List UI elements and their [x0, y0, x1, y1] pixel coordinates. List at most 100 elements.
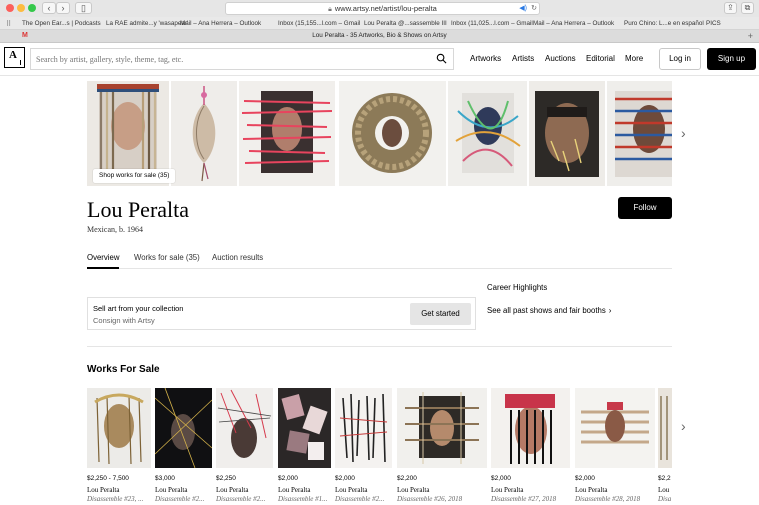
artwork-price: $2,000 [335, 475, 355, 482]
consign-card: Sell art from your collection Consign wi… [87, 297, 476, 330]
bookmark-item[interactable]: Mail – Ana Herrera – Outlook [533, 20, 614, 27]
speaker-icon[interactable]: ◀) [519, 3, 527, 14]
nav-more[interactable]: More [625, 54, 643, 63]
shop-works-button[interactable]: Shop works for sale (35) [93, 169, 176, 183]
bookmark-item[interactable]: La RAE admite...y 'wasapear' [106, 20, 188, 27]
carousel-artwork[interactable] [339, 81, 446, 186]
artist-nationality: Mexican, b. 1964 [87, 225, 143, 234]
bookmark-item[interactable]: Inbox (11,025...l.com – Gmail [451, 20, 533, 27]
artwork-artist[interactable]: Lou [658, 486, 669, 494]
consign-title: Sell art from your collection [93, 304, 184, 313]
artwork-thumbnail[interactable] [397, 388, 487, 468]
artwork-price: $3,000 [155, 475, 175, 482]
bookmark-item[interactable]: Puro Chino: L...e en español [624, 20, 704, 27]
search-icon[interactable] [436, 53, 447, 64]
artwork-thumbnail[interactable] [278, 388, 331, 468]
artist-name: Lou Peralta [87, 197, 190, 222]
artwork-price: $2,000 [491, 475, 511, 482]
artwork-price: $2,000 [575, 475, 595, 482]
bookmark-item[interactable]: Inbox (15,155...l.com – Gmail [278, 20, 360, 27]
artwork-artist[interactable]: Lou Peralta [491, 486, 523, 494]
artwork-title[interactable]: Disassemble #26, 2018 [397, 495, 462, 503]
reload-icon[interactable]: ↻ [531, 3, 537, 14]
tab-overview[interactable]: Overview [87, 253, 120, 262]
artwork-title[interactable]: Disassemble #23, ... [87, 495, 143, 503]
artwork-price: $2,250 [216, 475, 236, 482]
artwork-artist[interactable]: Lou Peralta [335, 486, 367, 494]
artwork-price: $2,200 [397, 475, 417, 482]
artwork-price: $2,000 [278, 475, 298, 482]
new-tab-icon[interactable]: + [748, 31, 753, 41]
carousel-artwork[interactable] [239, 81, 335, 186]
lock-icon: 🔒︎ [328, 6, 332, 13]
past-shows-link[interactable]: See all past shows and fair booths › [487, 306, 611, 315]
window-close-button[interactable] [6, 4, 14, 12]
artwork-artist[interactable]: Lou Peralta [278, 486, 310, 494]
bookmark-item[interactable]: PICS [706, 20, 721, 27]
bookmark-item[interactable]: Mail – Ana Herrera – Outlook [180, 20, 261, 27]
past-shows-link-label: See all past shows and fair booths [487, 306, 606, 315]
artwork-thumbnail[interactable] [658, 388, 672, 468]
tabs-overview-icon[interactable]: ⧉ [741, 2, 754, 14]
artwork-title[interactable]: Disa [658, 495, 671, 503]
tab-bar: M Lou Peralta - 35 Artworks, Bio & Shows… [0, 30, 759, 43]
artwork-title[interactable]: Disassemble #2... [155, 495, 204, 503]
nav-artists[interactable]: Artists [512, 54, 534, 63]
artwork-thumbnail[interactable] [216, 388, 273, 468]
tab-divider [87, 268, 672, 269]
artwork-title[interactable]: Disassemble #27, 2018 [491, 495, 556, 503]
artwork-artist[interactable]: Lou Peralta [575, 486, 607, 494]
artwork-thumbnail[interactable] [335, 388, 392, 468]
artwork-thumbnail[interactable] [155, 388, 212, 468]
artsy-logo[interactable]: A [4, 47, 25, 68]
artwork-title[interactable]: Disassemble #28, 2018 [575, 495, 640, 503]
artwork-artist[interactable]: Lou Peralta [216, 486, 248, 494]
search-box [30, 48, 454, 70]
artwork-price: $2,2 [658, 475, 671, 482]
artwork-artist[interactable]: Lou Peralta [155, 486, 187, 494]
artwork-artist[interactable]: Lou Peralta [87, 486, 119, 494]
search-input[interactable] [31, 49, 453, 70]
sidebar-toggle-button[interactable]: ▯ [75, 2, 92, 14]
share-icon[interactable]: ⇪ [724, 2, 737, 14]
bookmark-item[interactable]: Lou Peralta @...sassemble III [364, 20, 447, 27]
carousel-artwork[interactable] [607, 81, 672, 186]
nav-auctions[interactable]: Auctions [545, 54, 576, 63]
follow-button[interactable]: Follow [618, 197, 672, 219]
back-button[interactable]: ‹ [42, 2, 56, 14]
get-started-button[interactable]: Get started [410, 303, 471, 325]
active-tab-title[interactable]: Lou Peralta - 35 Artworks, Bio & Shows o… [0, 32, 759, 39]
active-tab-indicator [87, 267, 119, 269]
logo-letter: A [9, 49, 17, 61]
carousel-artwork[interactable] [448, 81, 527, 186]
artwork-title[interactable]: Disassemble #2... [216, 495, 265, 503]
artwork-title[interactable]: Disassemble #1... [278, 495, 327, 503]
carousel-artwork[interactable] [529, 81, 605, 186]
career-highlights-heading: Career Highlights [487, 283, 548, 292]
bookmark-item[interactable]: The Open Ear...s | Podcasts [22, 20, 101, 27]
browser-toolbar: ‹ › ▯ 🔒︎ www.artsy.net/artist/lou-peralta… [0, 0, 759, 17]
signup-button[interactable]: Sign up [707, 48, 756, 70]
artwork-thumbnail[interactable] [575, 388, 655, 468]
consign-subtitle: Consign with Artsy [93, 316, 155, 325]
bookmarks-bar: ⠿ The Open Ear...s | Podcasts La RAE adm… [0, 17, 759, 30]
address-bar[interactable]: 🔒︎ www.artsy.net/artist/lou-peralta ◀) ↻ [225, 2, 540, 15]
login-button[interactable]: Log in [659, 48, 701, 70]
carousel-next-arrow-icon[interactable]: › [681, 125, 686, 141]
artwork-thumbnail[interactable] [87, 388, 151, 468]
forward-button[interactable]: › [56, 2, 70, 14]
window-minimize-button[interactable] [17, 4, 25, 12]
window-maximize-button[interactable] [28, 4, 36, 12]
nav-artworks[interactable]: Artworks [470, 54, 501, 63]
tab-works-for-sale[interactable]: Works for sale (35) [134, 253, 200, 262]
chevron-right-icon: › [608, 306, 612, 315]
tab-auction-results[interactable]: Auction results [212, 253, 263, 262]
grid-icon[interactable]: ⠿ [6, 20, 11, 28]
works-next-arrow-icon[interactable]: › [681, 418, 686, 434]
site-header: A Artworks Artists Auctions Editorial Mo… [0, 43, 759, 76]
artwork-title[interactable]: Disassemble #2... [335, 495, 384, 503]
artwork-artist[interactable]: Lou Peralta [397, 486, 429, 494]
artwork-thumbnail[interactable] [491, 388, 570, 468]
nav-editorial[interactable]: Editorial [586, 54, 615, 63]
carousel-artwork[interactable] [171, 81, 237, 186]
